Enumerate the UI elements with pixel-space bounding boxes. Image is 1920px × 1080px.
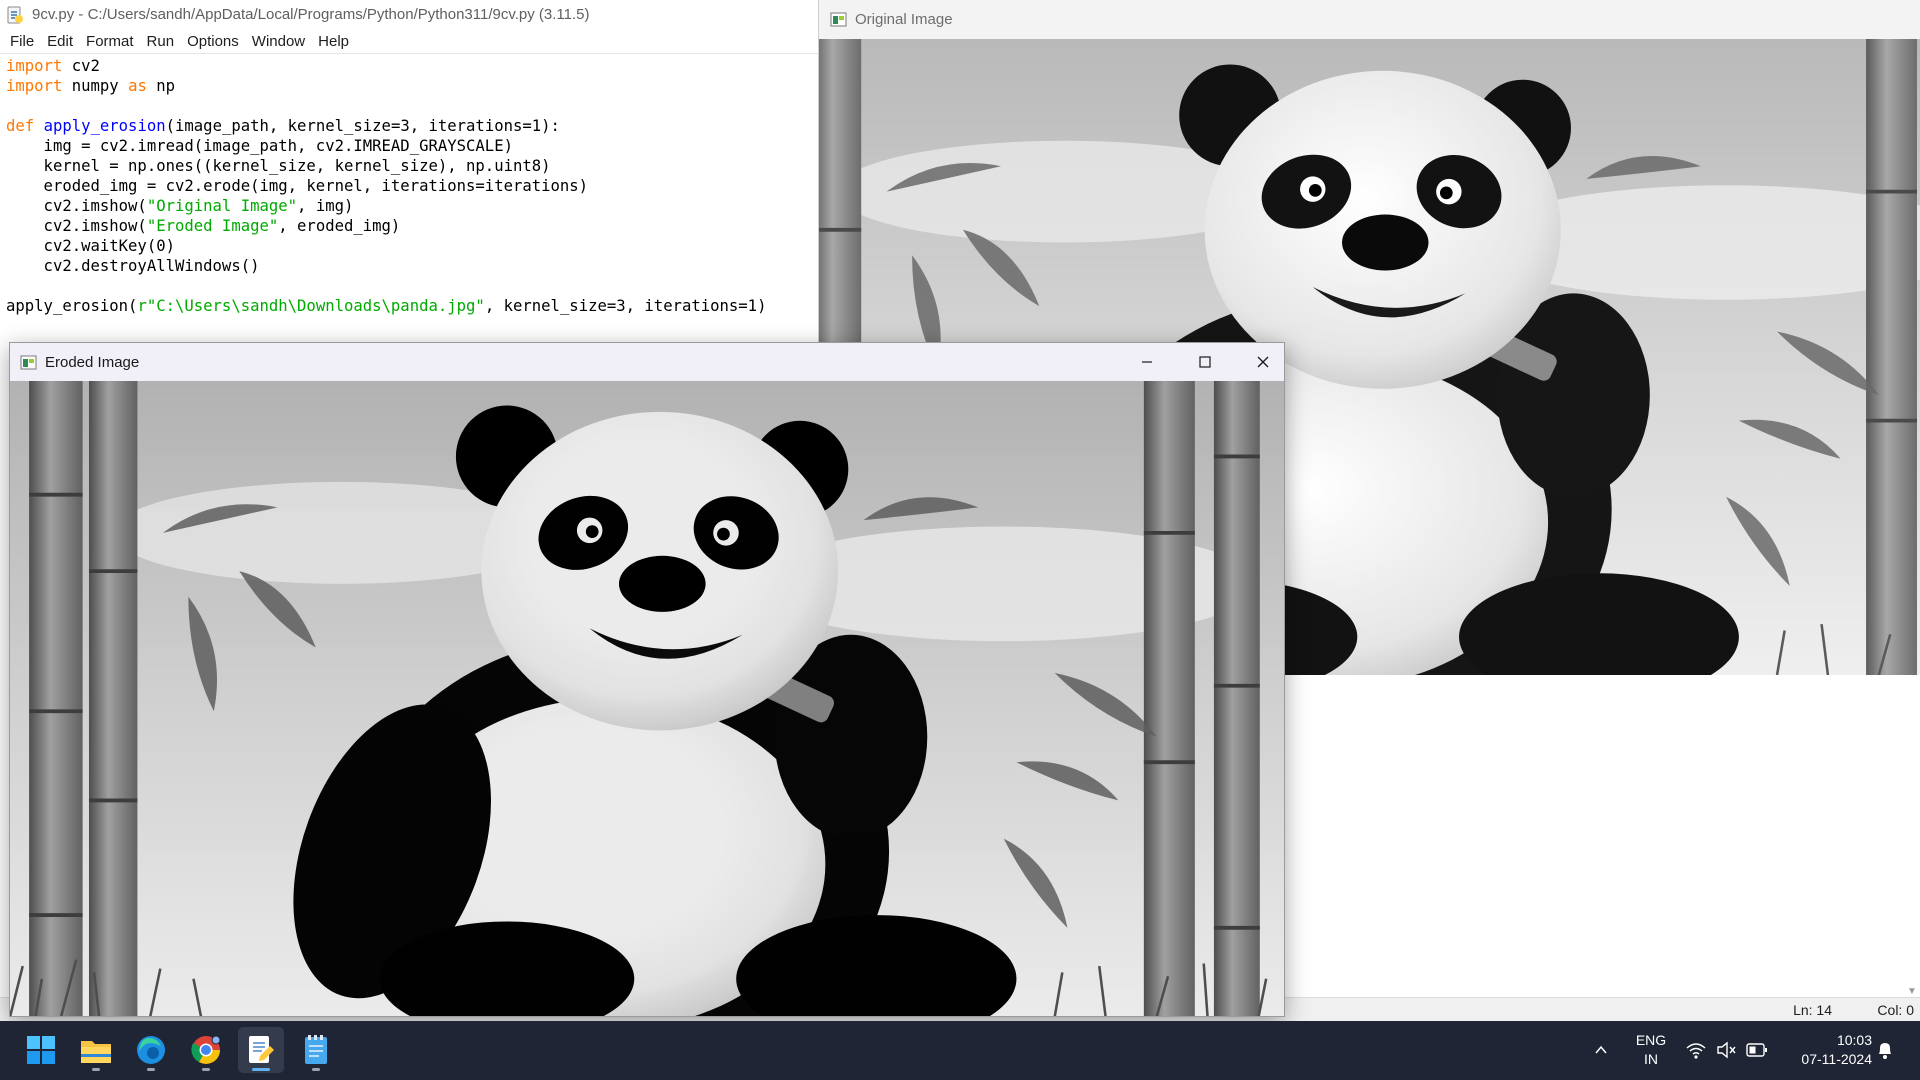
- code-token: apply_erosion(: [6, 297, 138, 315]
- menu-help[interactable]: Help: [312, 33, 356, 50]
- eroded-panda-image: [10, 381, 1284, 1016]
- eroded-image-titlebar[interactable]: Eroded Image: [10, 343, 1284, 381]
- code-editor[interactable]: import cv2 import numpy as np def apply_er…: [0, 55, 820, 345]
- notification-bell-icon[interactable]: [1876, 1040, 1894, 1060]
- code-line[interactable]: [6, 276, 820, 296]
- code-token: , img): [297, 197, 354, 215]
- code-token: kernel = np.ones((kernel_size, kernel_si…: [6, 157, 551, 175]
- code-line[interactable]: import numpy as np: [6, 76, 820, 96]
- status-line: Ln: 14: [1793, 1002, 1832, 1018]
- language-code: ENG: [1635, 1032, 1667, 1048]
- code-line[interactable]: [6, 96, 820, 116]
- desktop: 9cv.py - C:/Users/sandh/AppData/Local/Pr…: [0, 0, 1920, 1080]
- original-image-titlebar[interactable]: Original Image: [819, 0, 1920, 39]
- menu-format[interactable]: Format: [80, 33, 141, 50]
- idle-menubar: File Edit Format Run Options Window Help: [0, 29, 820, 54]
- opencv-window-icon: [830, 12, 847, 27]
- code-line[interactable]: cv2.destroyAllWindows(): [6, 256, 820, 276]
- clock-time: 10:03: [1836, 1032, 1872, 1048]
- maximize-button[interactable]: [1176, 343, 1234, 381]
- scroll-down-icon[interactable]: ▼: [1907, 986, 1917, 997]
- code-token: def: [6, 117, 35, 135]
- battery-icon[interactable]: [1746, 1042, 1768, 1058]
- code-token: eroded_img = cv2.erode(img, kernel, iter…: [6, 177, 589, 195]
- notepad-icon: [305, 1035, 327, 1064]
- code-line[interactable]: def apply_erosion(image_path, kernel_siz…: [6, 116, 820, 136]
- taskbar-file-explorer[interactable]: [73, 1027, 119, 1073]
- code-line[interactable]: apply_erosion(r"C:\Users\sandh\Downloads…: [6, 296, 820, 316]
- opencv-window-icon: [20, 355, 37, 369]
- close-icon: [1257, 356, 1269, 368]
- taskbar-chrome[interactable]: [183, 1027, 229, 1073]
- code-token: r"C:\Users\sandh\Downloads\panda.jpg": [137, 297, 485, 315]
- code-token: img = cv2.imread(image_path, cv2.IMREAD_…: [6, 137, 513, 155]
- code-line[interactable]: cv2.imshow("Eroded Image", eroded_img): [6, 216, 820, 236]
- eroded-image-view: [10, 381, 1284, 1016]
- menu-options[interactable]: Options: [181, 33, 246, 50]
- taskbar-python-idle[interactable]: [238, 1027, 284, 1073]
- original-image-title: Original Image: [855, 11, 953, 28]
- code-line[interactable]: cv2.waitKey(0): [6, 236, 820, 256]
- file-explorer-icon: [81, 1041, 111, 1063]
- code-token: as: [128, 77, 147, 95]
- idle-window-title: 9cv.py - C:/Users/sandh/AppData/Local/Pr…: [32, 6, 590, 23]
- taskbar-edge[interactable]: [128, 1027, 174, 1073]
- code-token: , eroded_img): [278, 217, 401, 235]
- code-token: (image_path, kernel_size=3, iterations=1…: [165, 117, 560, 135]
- menu-edit[interactable]: Edit: [41, 33, 80, 50]
- code-token: import: [6, 57, 63, 75]
- code-line[interactable]: kernel = np.ones((kernel_size, kernel_si…: [6, 156, 820, 176]
- clock-date: 07-11-2024: [1801, 1051, 1872, 1067]
- clock[interactable]: 10:03 07-11-2024: [1780, 1031, 1872, 1069]
- code-token: import: [6, 77, 63, 95]
- code-token: "Original Image": [146, 197, 298, 215]
- taskbar: ENG IN 10:03 07-11-2024: [0, 1021, 1920, 1080]
- menu-run[interactable]: Run: [141, 33, 182, 50]
- code-token: apply_erosion: [43, 117, 166, 135]
- code-token: np: [146, 77, 176, 95]
- eroded-image-title: Eroded Image: [45, 353, 140, 371]
- close-button[interactable]: [1234, 343, 1292, 381]
- eroded-image-window[interactable]: Eroded Image: [9, 342, 1285, 1017]
- code-token: cv2.imshow(: [6, 197, 147, 215]
- language-region: IN: [1644, 1051, 1658, 1067]
- idle-titlebar[interactable]: 9cv.py - C:/Users/sandh/AppData/Local/Pr…: [0, 0, 820, 29]
- code-line[interactable]: img = cv2.imread(image_path, cv2.IMREAD_…: [6, 136, 820, 156]
- code-token: numpy: [62, 77, 129, 95]
- minimize-button[interactable]: [1118, 343, 1176, 381]
- code-token: "Eroded Image": [146, 217, 279, 235]
- code-line[interactable]: eroded_img = cv2.erode(img, kernel, iter…: [6, 176, 820, 196]
- maximize-icon: [1199, 356, 1211, 368]
- chevron-up-icon[interactable]: [1594, 1043, 1608, 1057]
- code-token: cv2.imshow(: [6, 217, 147, 235]
- windows-start-icon: [27, 1036, 55, 1064]
- edge-icon: [137, 1036, 165, 1064]
- chrome-icon: [191, 1035, 221, 1064]
- volume-muted-icon[interactable]: [1716, 1041, 1736, 1059]
- menu-window[interactable]: Window: [246, 33, 312, 50]
- language-indicator[interactable]: ENG IN: [1629, 1031, 1673, 1069]
- code-token: cv2: [62, 57, 100, 75]
- code-line[interactable]: cv2.imshow("Original Image", img): [6, 196, 820, 216]
- code-token: cv2.waitKey(0): [6, 237, 175, 255]
- python-file-icon: [7, 6, 23, 23]
- code-token: , kernel_size=3, iterations=1): [484, 297, 767, 315]
- start-button[interactable]: [18, 1027, 64, 1073]
- python-idle-icon: [249, 1036, 274, 1063]
- status-column: Col: 0: [1877, 1002, 1914, 1018]
- taskbar-notepad[interactable]: [293, 1027, 339, 1073]
- wifi-icon[interactable]: [1686, 1041, 1706, 1059]
- code-line[interactable]: import cv2: [6, 56, 820, 76]
- menu-file[interactable]: File: [4, 33, 41, 50]
- minimize-icon: [1142, 361, 1152, 363]
- code-token: cv2.destroyAllWindows(): [6, 257, 260, 275]
